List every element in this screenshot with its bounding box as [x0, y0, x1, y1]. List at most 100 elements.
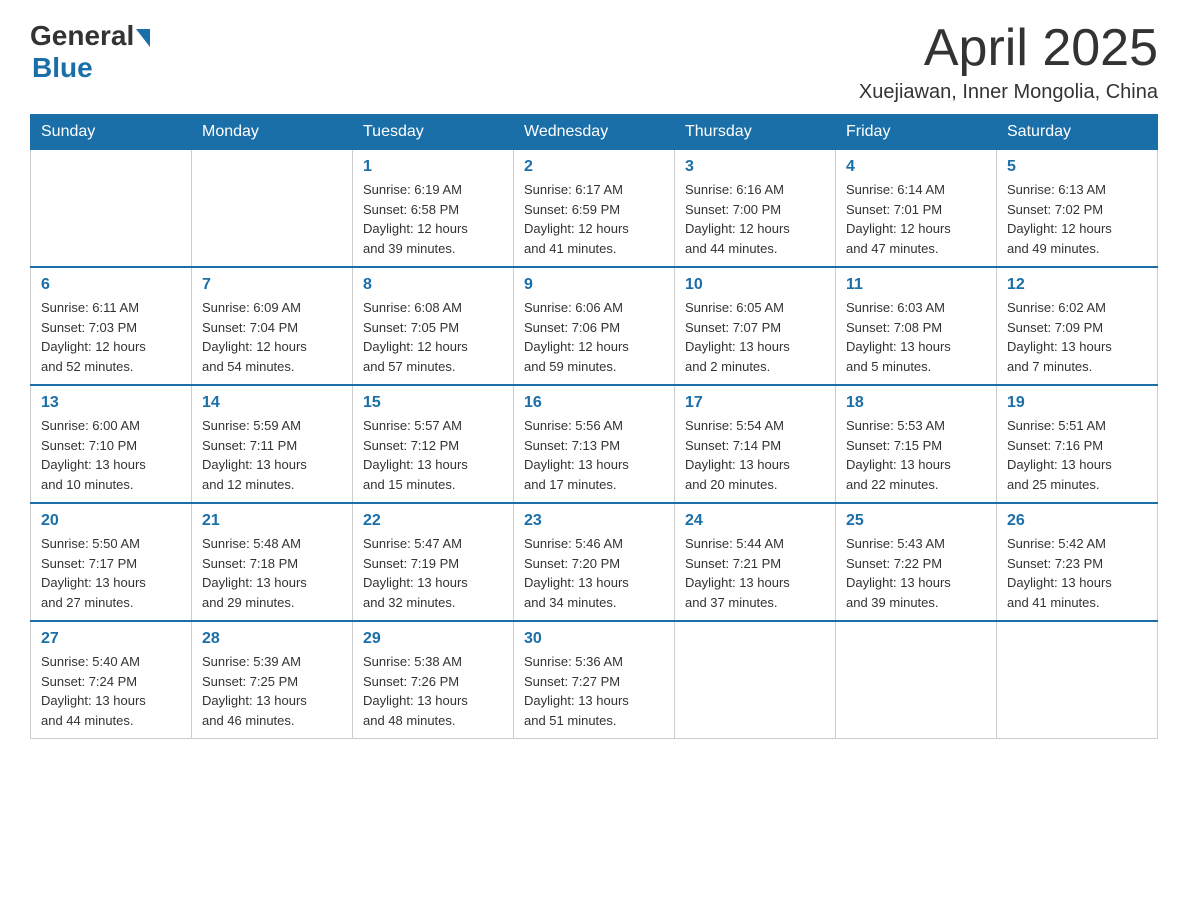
calendar-cell: 21Sunrise: 5:48 AM Sunset: 7:18 PM Dayli… — [192, 503, 353, 621]
calendar-cell: 16 Sunrise: 5:56 AM Sunset: 7:13 PM Dayli… — [514, 385, 675, 503]
day-number: 28 — [202, 630, 342, 648]
calendar-cell: 4 Sunrise: 6:14 AM Sunset: 7:01 PM Daylig… — [836, 150, 997, 268]
day-info: Sunrise: 5:53 AM Sunset: 7:15 PM Dayligh… — [846, 416, 986, 494]
day-info: Sunrise: 5:43 AM Sunset: 7:22 PM Dayligh… — [846, 534, 986, 612]
calendar-cell: 30Sunrise: 5:36 AM Sunset: 7:27 PM Dayli… — [514, 621, 675, 739]
calendar-week-row: 6 Sunrise: 6:11 AM Sunset: 7:03 PM Daylig… — [31, 267, 1158, 385]
day-info: Sunrise: 5:40 AM Sunset: 7:24 PM Dayligh… — [41, 652, 181, 730]
day-info: Sunrise: 6:19 AM Sunset: 6:58 PM Dayligh… — [363, 180, 503, 258]
calendar-cell: 26 Sunrise: 5:42 AM Sunset: 7:23 PM Dayli… — [997, 503, 1158, 621]
calendar-cell: 29Sunrise: 5:38 AM Sunset: 7:26 PM Dayli… — [353, 621, 514, 739]
calendar-week-row: 1 Sunrise: 6:19 AM Sunset: 6:58 PM Daylig… — [31, 150, 1158, 268]
day-info: Sunrise: 6:08 AM Sunset: 7:05 PM Dayligh… — [363, 298, 503, 376]
title-section: April 2025 Xuejiawan, Inner Mongolia, Ch… — [859, 20, 1158, 104]
calendar-cell: 8 Sunrise: 6:08 AM Sunset: 7:05 PM Daylig… — [353, 267, 514, 385]
day-number: 7 — [202, 276, 342, 294]
calendar-cell: 23Sunrise: 5:46 AM Sunset: 7:20 PM Dayli… — [514, 503, 675, 621]
calendar-cell: 2 Sunrise: 6:17 AM Sunset: 6:59 PM Daylig… — [514, 150, 675, 268]
calendar-cell: 12 Sunrise: 6:02 AM Sunset: 7:09 PM Dayli… — [997, 267, 1158, 385]
day-info: Sunrise: 5:56 AM Sunset: 7:13 PM Dayligh… — [524, 416, 664, 494]
day-number: 14 — [202, 394, 342, 412]
day-info: Sunrise: 6:13 AM Sunset: 7:02 PM Dayligh… — [1007, 180, 1147, 258]
calendar-cell: 9 Sunrise: 6:06 AM Sunset: 7:06 PM Daylig… — [514, 267, 675, 385]
calendar-cell — [31, 150, 192, 268]
day-number: 25 — [846, 512, 986, 530]
day-number: 4 — [846, 158, 986, 176]
calendar-cell: 11 Sunrise: 6:03 AM Sunset: 7:08 PM Dayli… — [836, 267, 997, 385]
day-info: Sunrise: 5:44 AM Sunset: 7:21 PM Dayligh… — [685, 534, 825, 612]
day-info: Sunrise: 6:02 AM Sunset: 7:09 PM Dayligh… — [1007, 298, 1147, 376]
day-number: 16 — [524, 394, 664, 412]
calendar-cell: 22 Sunrise: 5:47 AM Sunset: 7:19 PM Dayli… — [353, 503, 514, 621]
day-number: 8 — [363, 276, 503, 294]
calendar-cell: 24 Sunrise: 5:44 AM Sunset: 7:21 PM Dayli… — [675, 503, 836, 621]
day-info: Sunrise: 5:38 AM Sunset: 7:26 PM Dayligh… — [363, 652, 503, 730]
day-info: Sunrise: 6:11 AM Sunset: 7:03 PM Dayligh… — [41, 298, 181, 376]
day-number: 18 — [846, 394, 986, 412]
day-info: Sunrise: 5:51 AM Sunset: 7:16 PM Dayligh… — [1007, 416, 1147, 494]
day-info: Sunrise: 6:03 AM Sunset: 7:08 PM Dayligh… — [846, 298, 986, 376]
calendar-cell: 14 Sunrise: 5:59 AM Sunset: 7:11 PM Dayli… — [192, 385, 353, 503]
calendar-cell — [675, 621, 836, 739]
day-info: Sunrise: 5:54 AM Sunset: 7:14 PM Dayligh… — [685, 416, 825, 494]
calendar-cell: 19 Sunrise: 5:51 AM Sunset: 7:16 PM Dayli… — [997, 385, 1158, 503]
day-info: Sunrise: 6:00 AM Sunset: 7:10 PM Dayligh… — [41, 416, 181, 494]
logo-arrow-icon — [136, 29, 150, 47]
day-info: Sunrise: 6:06 AM Sunset: 7:06 PM Dayligh… — [524, 298, 664, 376]
day-number: 5 — [1007, 158, 1147, 176]
page-header: General Blue April 2025 Xuejiawan, Inner… — [30, 20, 1158, 104]
calendar-cell: 18 Sunrise: 5:53 AM Sunset: 7:15 PM Dayli… — [836, 385, 997, 503]
calendar-cell: 27Sunrise: 5:40 AM Sunset: 7:24 PM Dayli… — [31, 621, 192, 739]
day-number: 12 — [1007, 276, 1147, 294]
calendar-day-header: Friday — [836, 115, 997, 150]
calendar-cell: 20 Sunrise: 5:50 AM Sunset: 7:17 PM Dayli… — [31, 503, 192, 621]
day-info: Sunrise: 5:42 AM Sunset: 7:23 PM Dayligh… — [1007, 534, 1147, 612]
calendar-table: SundayMondayTuesdayWednesdayThursdayFrid… — [30, 114, 1158, 739]
month-title: April 2025 — [859, 20, 1158, 77]
location: Xuejiawan, Inner Mongolia, China — [859, 81, 1158, 104]
day-number: 17 — [685, 394, 825, 412]
calendar-day-header: Tuesday — [353, 115, 514, 150]
day-number: 24 — [685, 512, 825, 530]
day-number: 2 — [524, 158, 664, 176]
day-number: 13 — [41, 394, 181, 412]
calendar-week-row: 20 Sunrise: 5:50 AM Sunset: 7:17 PM Dayli… — [31, 503, 1158, 621]
calendar-cell: 3Sunrise: 6:16 AM Sunset: 7:00 PM Daylig… — [675, 150, 836, 268]
day-number: 3 — [685, 158, 825, 176]
day-number: 21 — [202, 512, 342, 530]
calendar-week-row: 27Sunrise: 5:40 AM Sunset: 7:24 PM Dayli… — [31, 621, 1158, 739]
calendar-cell — [997, 621, 1158, 739]
calendar-day-header: Sunday — [31, 115, 192, 150]
day-info: Sunrise: 5:59 AM Sunset: 7:11 PM Dayligh… — [202, 416, 342, 494]
day-number: 22 — [363, 512, 503, 530]
logo-general-text: General — [30, 20, 134, 52]
calendar-cell: 25 Sunrise: 5:43 AM Sunset: 7:22 PM Dayli… — [836, 503, 997, 621]
day-number: 11 — [846, 276, 986, 294]
day-number: 10 — [685, 276, 825, 294]
day-number: 26 — [1007, 512, 1147, 530]
day-info: Sunrise: 5:57 AM Sunset: 7:12 PM Dayligh… — [363, 416, 503, 494]
day-info: Sunrise: 5:47 AM Sunset: 7:19 PM Dayligh… — [363, 534, 503, 612]
day-number: 30 — [524, 630, 664, 648]
calendar-header-row: SundayMondayTuesdayWednesdayThursdayFrid… — [31, 115, 1158, 150]
day-number: 23 — [524, 512, 664, 530]
day-number: 6 — [41, 276, 181, 294]
calendar-day-header: Thursday — [675, 115, 836, 150]
day-number: 1 — [363, 158, 503, 176]
calendar-cell: 7Sunrise: 6:09 AM Sunset: 7:04 PM Daylig… — [192, 267, 353, 385]
day-number: 9 — [524, 276, 664, 294]
calendar-cell: 13 Sunrise: 6:00 AM Sunset: 7:10 PM Dayli… — [31, 385, 192, 503]
day-number: 20 — [41, 512, 181, 530]
calendar-day-header: Wednesday — [514, 115, 675, 150]
logo-blue-text: Blue — [32, 52, 93, 84]
day-number: 19 — [1007, 394, 1147, 412]
calendar-cell — [192, 150, 353, 268]
calendar-cell: 1 Sunrise: 6:19 AM Sunset: 6:58 PM Daylig… — [353, 150, 514, 268]
calendar-day-header: Monday — [192, 115, 353, 150]
day-info: Sunrise: 6:14 AM Sunset: 7:01 PM Dayligh… — [846, 180, 986, 258]
logo-text: General — [30, 20, 150, 52]
calendar-cell: 5 Sunrise: 6:13 AM Sunset: 7:02 PM Daylig… — [997, 150, 1158, 268]
calendar-cell: 28Sunrise: 5:39 AM Sunset: 7:25 PM Dayli… — [192, 621, 353, 739]
day-info: Sunrise: 5:50 AM Sunset: 7:17 PM Dayligh… — [41, 534, 181, 612]
day-info: Sunrise: 6:17 AM Sunset: 6:59 PM Dayligh… — [524, 180, 664, 258]
